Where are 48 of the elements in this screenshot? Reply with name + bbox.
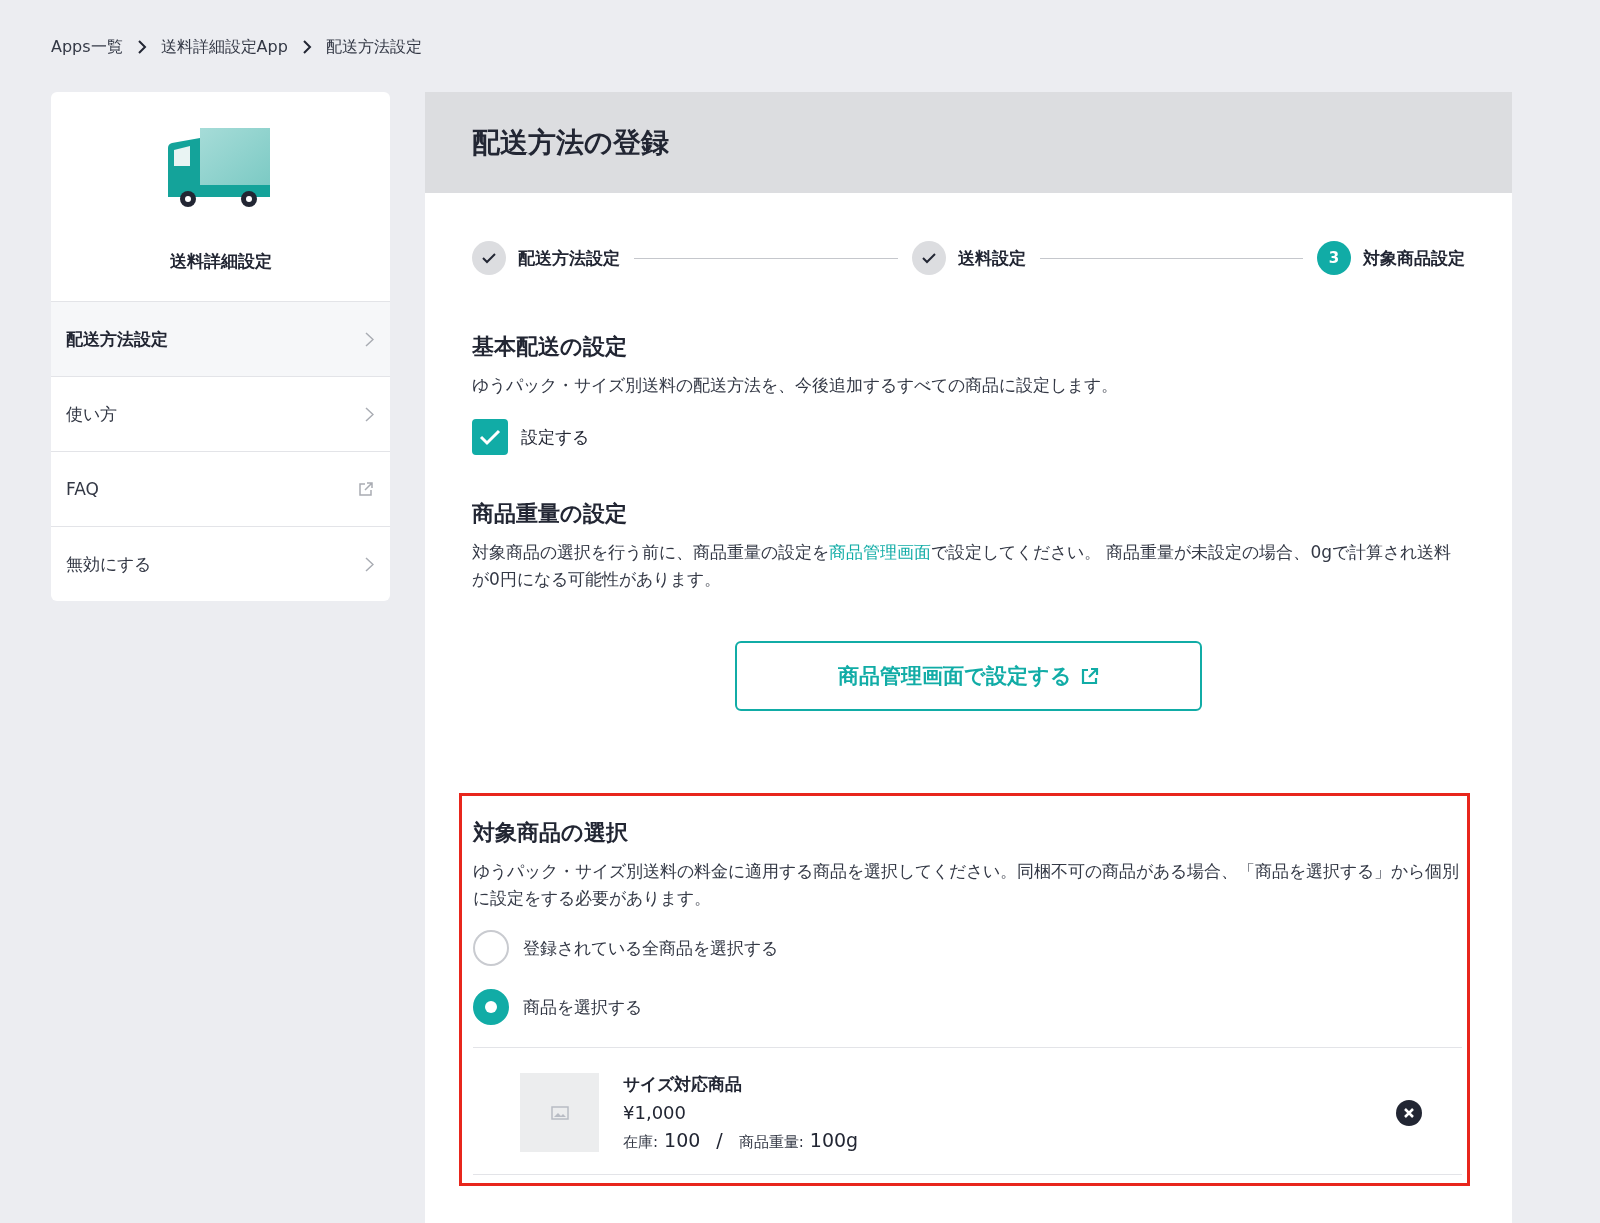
breadcrumb-link[interactable]: Apps一覧 — [51, 36, 123, 58]
sidebar-item-label: FAQ — [66, 479, 99, 499]
chevron-icon — [301, 40, 312, 54]
product-name: サイズ対応商品 — [623, 1073, 743, 1096]
radio-label: 商品を選択する — [523, 995, 642, 1019]
weight-value: 100g — [809, 1129, 859, 1151]
radio-button[interactable] — [473, 930, 509, 966]
sidebar-item-label: 無効にする — [66, 552, 151, 576]
check-icon — [479, 428, 501, 446]
radio-button[interactable] — [473, 989, 509, 1025]
product-price: ¥1,000 — [623, 1102, 687, 1123]
sidebar-item-label: 使い方 — [66, 402, 117, 426]
section-heading: 商品重量の設定 — [472, 500, 628, 528]
separator: / — [716, 1129, 723, 1151]
stock-value: 100 — [664, 1129, 701, 1151]
step-number: 3 — [1317, 241, 1351, 275]
chevron-icon — [136, 40, 147, 54]
sidebar-item-label: 配送方法設定 — [66, 327, 168, 351]
section-heading: 基本配送の設定 — [472, 333, 628, 361]
breadcrumb-link[interactable]: 配送方法設定 — [325, 36, 422, 58]
chevron-icon — [365, 406, 374, 422]
checkbox[interactable] — [472, 419, 508, 455]
section-description: ゆうパック・サイズ別送料の配送方法を、今後追加するすべての商品に設定します。 — [472, 374, 1119, 397]
chevron-icon — [365, 331, 374, 347]
breadcrumb-link[interactable]: 送料詳細設定App — [160, 36, 288, 58]
checkbox-label: 設定する — [521, 425, 589, 449]
page-title: 配送方法の登録 — [472, 124, 669, 161]
sidebar-item[interactable]: 使い方 — [51, 376, 390, 451]
check-icon — [482, 252, 496, 264]
radio-label: 登録されている全商品を選択する — [523, 936, 778, 960]
sidebar-item[interactable]: FAQ — [51, 451, 390, 526]
stock-label: 在庫: — [623, 1133, 659, 1152]
check-icon — [921, 252, 936, 264]
step-label: 対象商品設定 — [1363, 246, 1465, 270]
step-label: 配送方法設定 — [518, 246, 620, 270]
chevron-icon — [365, 556, 374, 572]
sidebar-item[interactable]: 無効にする — [51, 526, 390, 601]
app-title: 送料詳細設定 — [169, 250, 272, 273]
image-icon — [550, 1105, 569, 1120]
external-link-icon — [358, 481, 374, 497]
step-label: 送料設定 — [957, 246, 1026, 270]
section-heading: 対象商品の選択 — [473, 819, 629, 847]
external-link-icon — [1079, 666, 1100, 686]
weight-label: 商品重量: — [738, 1133, 804, 1152]
section-description: 対象商品の選択を行う前に、商品重量の設定を商品管理画面で設定してください。 商品重量が未設定の場合、0gで計算され送料が0円になる可能性があります。 — [472, 541, 1452, 591]
remove-icon[interactable] — [1396, 1099, 1422, 1126]
sidebar-item[interactable]: 配送方法設定 — [51, 301, 390, 376]
section-description: ゆうパック・サイズ別送料の料金に適用する商品を選択してください。同梱不可の商品がある場合、「商品を選択する」から個別に設定をする必要があります。 — [473, 860, 1460, 910]
